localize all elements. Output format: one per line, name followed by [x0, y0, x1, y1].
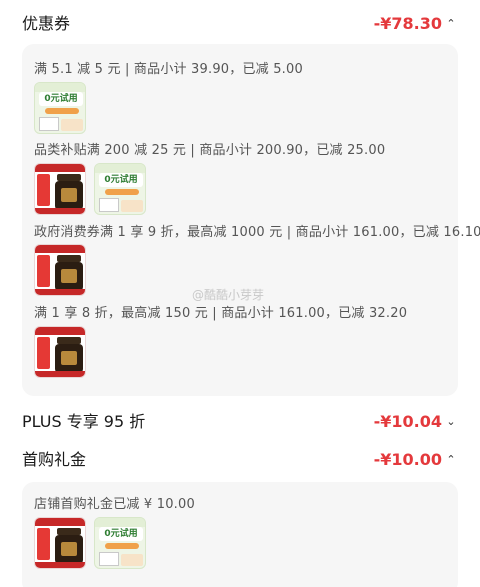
coupons-amount: -¥78.30	[373, 14, 442, 33]
coupon-line: 品类补贴满 200 减 25 元 | 商品小计 200.90，已减 25.00	[34, 143, 386, 158]
chevron-down-icon[interactable]: ⌄	[444, 402, 458, 442]
chevron-up-icon[interactable]: ⌃	[444, 4, 458, 44]
product-thumbnail-bottle[interactable]	[34, 163, 86, 215]
product-thumbnail-bottle[interactable]	[34, 517, 86, 569]
chevron-up-icon[interactable]: ⌃	[444, 440, 458, 480]
coupon-line: 满 1 享 8 折，最高减 150 元 | 商品小计 161.00，已减 32.…	[34, 306, 408, 321]
watermark: @酷酷小芽芽	[192, 288, 265, 302]
gift-line: 店铺首购礼金已减 ¥ 10.00	[34, 497, 195, 512]
plus-discount-amount: -¥10.04	[373, 412, 442, 431]
product-thumbnail-bottle[interactable]	[34, 326, 86, 378]
product-thumbnail-trial[interactable]: 0元试用	[34, 82, 86, 134]
coupon-line: 政府消费券满 1 享 9 折，最高减 1000 元 | 商品小计 161.00，…	[34, 225, 480, 240]
coupons-panel: 满 5.1 减 5 元 | 商品小计 39.90，已减 5.00 0元试用 品类…	[22, 44, 480, 396]
gift-amount: -¥10.00	[373, 450, 442, 469]
coupons-header[interactable]: 优惠券 -¥78.30 ⌃	[0, 4, 480, 44]
product-thumbnail-trial[interactable]: 0元试用	[94, 517, 146, 569]
gift-header[interactable]: 首购礼金 -¥10.00 ⌃	[0, 440, 480, 480]
gift-title: 首购礼金	[22, 450, 87, 469]
product-thumbnail-trial[interactable]: 0元试用	[94, 163, 146, 215]
plus-discount-header[interactable]: PLUS 专享 95 折 -¥10.04 ⌄	[0, 402, 480, 442]
gift-panel: 店铺首购礼金已减 ¥ 10.00 0元试用	[22, 482, 458, 587]
coupon-line: 满 5.1 减 5 元 | 商品小计 39.90，已减 5.00	[34, 62, 303, 77]
product-thumbnail-bottle[interactable]	[34, 244, 86, 296]
plus-discount-title: PLUS 专享 95 折	[22, 412, 146, 431]
coupons-title: 优惠券	[22, 14, 71, 33]
